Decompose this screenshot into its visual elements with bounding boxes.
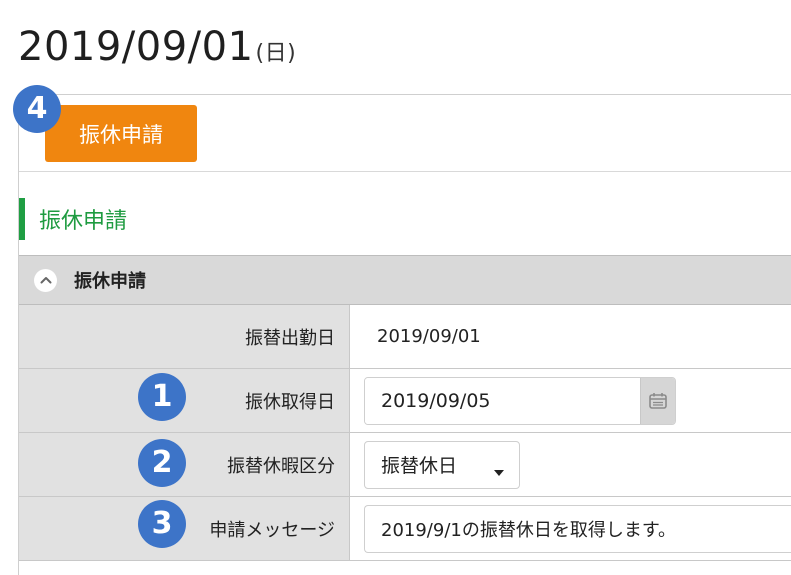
weekday-text: (日) — [255, 41, 297, 66]
leave-type-value-cell: 振替休日 — [351, 433, 791, 496]
apply-leave-button[interactable]: 振休申請 — [45, 105, 197, 162]
step-badge-4: 4 — [13, 85, 61, 133]
form-row-leave-date: 振休取得日 — [19, 369, 791, 433]
panel-title: 振休申請 — [74, 271, 146, 292]
section-heading: 振休申請 — [19, 198, 419, 240]
work-date-value-cell: 2019/09/01 — [351, 305, 791, 368]
calendar-icon[interactable] — [640, 377, 675, 424]
work-date-value: 2019/09/01 — [377, 326, 481, 347]
message-input[interactable] — [364, 504, 791, 553]
leave-date-input[interactable] — [365, 377, 640, 424]
form-row-leave-type: 振替休暇区分 振替休日 — [19, 433, 791, 497]
leave-type-select[interactable]: 振替休日 — [364, 440, 520, 489]
date-text: 2019/09/01 — [18, 24, 254, 70]
step-badge-3: 3 — [138, 500, 186, 548]
leave-type-selected: 振替休日 — [381, 455, 458, 477]
message-value-cell — [351, 497, 791, 560]
step-badge-2: 2 — [138, 439, 186, 487]
action-bar: 振休申請 — [19, 95, 791, 172]
form-row-message: 申請メッセージ — [19, 497, 791, 561]
work-date-label: 振替出勤日 — [19, 305, 350, 368]
leave-date-value-cell — [351, 369, 791, 432]
section-title: 振休申請 — [39, 209, 128, 234]
leave-date-field — [364, 376, 676, 425]
dropdown-caret-icon — [493, 460, 505, 482]
leave-application-card: 振休申請 振休申請 振休申請 振替出勤日 2019/09/01 振休取得日 20… — [18, 94, 791, 575]
page-title: 2019/09/01(日) — [18, 24, 296, 70]
step-badge-1: 1 — [138, 373, 186, 421]
chevron-up-icon[interactable] — [34, 268, 57, 292]
panel-header[interactable]: 振休申請 — [19, 255, 791, 305]
form-row-work-date: 振替出勤日 2019/09/01 — [19, 305, 791, 369]
